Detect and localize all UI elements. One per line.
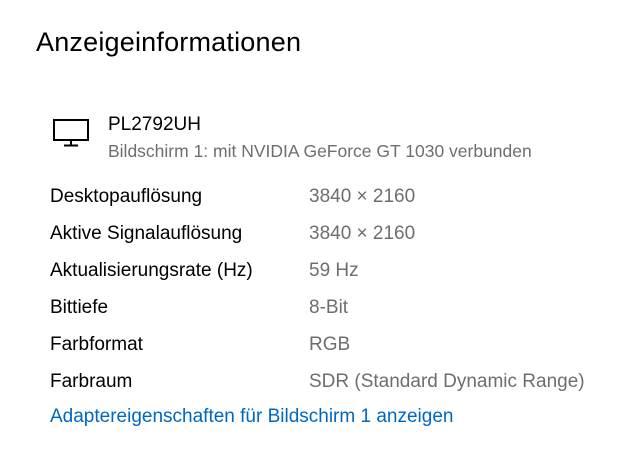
info-label: Desktopauflösung bbox=[50, 186, 203, 207]
info-value: RGB bbox=[309, 334, 351, 355]
monitor-icon bbox=[52, 118, 90, 148]
page-title: Anzeigeinformationen bbox=[36, 27, 302, 57]
info-value: SDR (Standard Dynamic Range) bbox=[309, 371, 585, 392]
info-row-color-space: Farbraum SDR (Standard Dynamic Range) bbox=[50, 369, 620, 406]
info-row-bit-depth: Bittiefe 8-Bit bbox=[50, 295, 620, 332]
info-label: Aktualisierungsrate (Hz) bbox=[50, 260, 253, 281]
info-row-desktop-resolution: Desktopauflösung 3840 × 2160 bbox=[50, 184, 620, 221]
info-label: Farbraum bbox=[50, 371, 133, 392]
monitor-connection-info: Bildschirm 1: mit NVIDIA GeForce GT 1030… bbox=[108, 141, 532, 161]
monitor-name: PL2792UH bbox=[108, 114, 201, 135]
info-value: 3840 × 2160 bbox=[309, 186, 416, 207]
info-row-active-signal-resolution: Aktive Signalauflösung 3840 × 2160 bbox=[50, 221, 620, 258]
info-label: Farbformat bbox=[50, 334, 143, 355]
display-info-table: Desktopauflösung 3840 × 2160 Aktive Sign… bbox=[50, 184, 620, 406]
info-label: Bittiefe bbox=[50, 297, 109, 318]
adapter-properties-link[interactable]: Adaptereigenschaften für Bildschirm 1 an… bbox=[50, 406, 453, 428]
info-row-color-format: Farbformat RGB bbox=[50, 332, 620, 369]
info-label: Aktive Signalauflösung bbox=[50, 223, 243, 244]
info-value: 59 Hz bbox=[309, 260, 359, 281]
info-row-refresh-rate: Aktualisierungsrate (Hz) 59 Hz bbox=[50, 258, 620, 295]
info-value: 3840 × 2160 bbox=[309, 223, 416, 244]
monitor-header: PL2792UH Bildschirm 1: mit NVIDIA GeForc… bbox=[52, 114, 612, 166]
info-value: 8-Bit bbox=[309, 297, 349, 318]
